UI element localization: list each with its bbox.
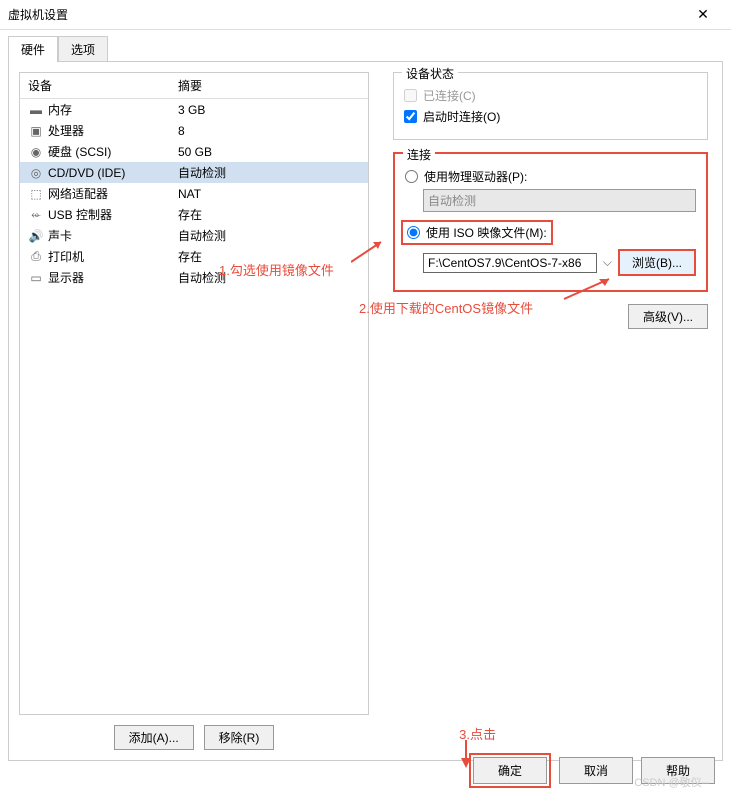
device-summary: NAT	[178, 187, 360, 201]
usb-icon: ⬰	[28, 209, 44, 221]
device-row[interactable]: ▣ 处理器8	[20, 120, 368, 141]
device-summary: 存在	[178, 248, 360, 265]
tab-hardware[interactable]: 硬件	[8, 36, 58, 62]
device-summary: 自动检测	[178, 227, 360, 244]
display-icon: ▭	[28, 272, 44, 284]
dropdown-icon[interactable]: ⌵	[603, 255, 612, 270]
connection-title: 连接	[403, 146, 435, 163]
remove-button[interactable]: 移除(R)	[204, 725, 275, 750]
header-summary: 摘要	[178, 77, 360, 94]
sound-icon: 🔊	[28, 230, 44, 242]
network-icon: ⬚	[28, 188, 44, 200]
device-table: 设备 摘要 ▬ 内存3 GB ▣ 处理器8 ◉ 硬盘 (SCSI)50 GB ◎ CD/DVD…	[19, 72, 369, 715]
device-name: 硬盘 (SCSI)	[48, 143, 178, 160]
advanced-button[interactable]: 高级(V)...	[628, 304, 708, 329]
connected-checkbox	[404, 89, 417, 102]
browse-button[interactable]: 浏览(B)...	[618, 249, 696, 276]
connected-label: 已连接(C)	[423, 87, 476, 104]
add-button[interactable]: 添加(A)...	[114, 725, 194, 750]
device-row[interactable]: ◎ CD/DVD (IDE)自动检测	[20, 162, 368, 183]
device-name: 处理器	[48, 122, 178, 139]
header-device: 设备	[28, 77, 178, 94]
device-summary: 8	[178, 124, 360, 138]
device-name: 显示器	[48, 269, 178, 286]
device-row[interactable]: ⎙ 打印机存在	[20, 246, 368, 267]
device-row[interactable]: ⬰ USB 控制器存在	[20, 204, 368, 225]
tab-options[interactable]: 选项	[58, 36, 108, 62]
status-title: 设备状态	[402, 65, 458, 82]
device-name: 打印机	[48, 248, 178, 265]
physical-label: 使用物理驱动器(P):	[424, 168, 527, 185]
device-row[interactable]: ▭ 显示器自动检测	[20, 267, 368, 288]
device-name: 声卡	[48, 227, 178, 244]
close-icon[interactable]: ✕	[683, 6, 723, 23]
status-group: 设备状态 已连接(C) 启动时连接(O)	[393, 72, 708, 140]
connection-group: 连接 使用物理驱动器(P): 自动检测 使用 ISO 映像文件(M): ⌵ 浏览…	[393, 152, 708, 292]
cd-icon: ◎	[28, 167, 44, 179]
device-summary: 50 GB	[178, 145, 360, 159]
device-summary: 存在	[178, 206, 360, 223]
device-name: USB 控制器	[48, 206, 178, 223]
disk-icon: ◉	[28, 146, 44, 158]
device-row[interactable]: ◉ 硬盘 (SCSI)50 GB	[20, 141, 368, 162]
physical-radio[interactable]	[405, 170, 418, 183]
device-summary: 自动检测	[178, 164, 360, 181]
device-row[interactable]: 🔊 声卡自动检测	[20, 225, 368, 246]
device-summary: 自动检测	[178, 269, 360, 286]
device-summary: 3 GB	[178, 103, 360, 117]
cpu-icon: ▣	[28, 125, 44, 137]
device-name: CD/DVD (IDE)	[48, 166, 178, 180]
device-name: 内存	[48, 101, 178, 118]
connect-start-checkbox[interactable]	[404, 110, 417, 123]
help-button[interactable]: 帮助	[641, 757, 715, 784]
device-name: 网络适配器	[48, 185, 178, 202]
memory-icon: ▬	[28, 104, 44, 116]
connect-start-label: 启动时连接(O)	[423, 108, 500, 125]
window-title: 虚拟机设置	[8, 6, 683, 23]
iso-path-input[interactable]	[423, 253, 597, 273]
device-row[interactable]: ⬚ 网络适配器NAT	[20, 183, 368, 204]
iso-label: 使用 ISO 映像文件(M):	[426, 224, 547, 241]
ok-button[interactable]: 确定	[473, 757, 547, 784]
printer-icon: ⎙	[28, 251, 44, 263]
device-row[interactable]: ▬ 内存3 GB	[20, 99, 368, 120]
iso-radio[interactable]	[407, 226, 420, 239]
physical-dropdown: 自动检测	[423, 189, 696, 212]
cancel-button[interactable]: 取消	[559, 757, 633, 784]
